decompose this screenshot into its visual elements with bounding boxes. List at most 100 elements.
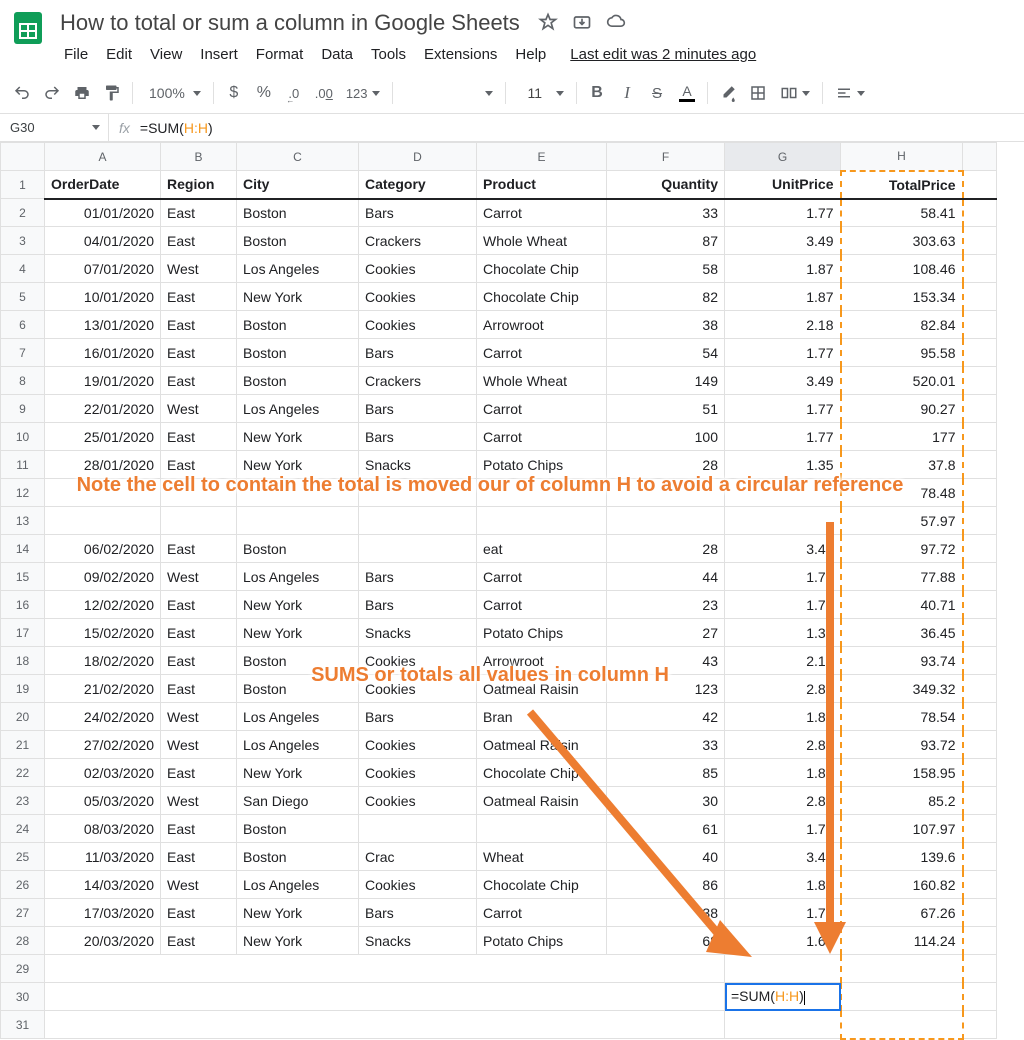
cell[interactable]: 44 bbox=[607, 563, 725, 591]
cell[interactable]: East bbox=[161, 423, 237, 451]
cell[interactable]: 38 bbox=[607, 899, 725, 927]
cell[interactable]: Boston bbox=[237, 227, 359, 255]
cell[interactable] bbox=[607, 507, 725, 535]
cell[interactable] bbox=[963, 311, 997, 339]
cell[interactable]: Crac bbox=[359, 843, 477, 871]
cell[interactable] bbox=[161, 507, 237, 535]
cell[interactable]: Bars bbox=[359, 563, 477, 591]
menu-extensions[interactable]: Extensions bbox=[416, 42, 505, 67]
cell[interactable]: New York bbox=[237, 591, 359, 619]
cell[interactable]: Bars bbox=[359, 899, 477, 927]
zoom-dropdown[interactable]: 100% bbox=[139, 79, 207, 107]
cell[interactable]: 90.27 bbox=[841, 395, 963, 423]
cell[interactable]: Crackers bbox=[359, 227, 477, 255]
cell[interactable]: New York bbox=[237, 451, 359, 479]
cell[interactable]: Product bbox=[477, 171, 607, 199]
col-header-H[interactable]: H bbox=[841, 143, 963, 171]
cell[interactable]: 2.84 bbox=[725, 731, 841, 759]
cell[interactable]: Cookies bbox=[359, 675, 477, 703]
cell[interactable] bbox=[963, 927, 997, 955]
cell[interactable]: 67.26 bbox=[841, 899, 963, 927]
cell[interactable] bbox=[963, 843, 997, 871]
cell[interactable]: Carrot bbox=[477, 199, 607, 227]
cell[interactable]: 36.45 bbox=[841, 619, 963, 647]
cell[interactable]: 1.87 bbox=[725, 703, 841, 731]
cell[interactable] bbox=[725, 1011, 841, 1039]
cell[interactable]: 2.18 bbox=[725, 647, 841, 675]
cell[interactable]: West bbox=[161, 395, 237, 423]
cell[interactable]: Bars bbox=[359, 395, 477, 423]
cell[interactable]: 61 bbox=[607, 815, 725, 843]
cell[interactable]: Boston bbox=[237, 367, 359, 395]
cell[interactable] bbox=[45, 955, 725, 983]
cell[interactable]: 3.49 bbox=[725, 535, 841, 563]
cell[interactable]: 1.77 bbox=[725, 423, 841, 451]
cell[interactable]: 108.46 bbox=[841, 255, 963, 283]
cell[interactable]: 123 bbox=[607, 675, 725, 703]
row-header[interactable]: 28 bbox=[1, 927, 45, 955]
cell[interactable]: 87 bbox=[607, 227, 725, 255]
row-header[interactable]: 24 bbox=[1, 815, 45, 843]
col-header-blank[interactable] bbox=[963, 143, 997, 171]
percent-button[interactable]: % bbox=[250, 79, 278, 107]
cell[interactable] bbox=[477, 507, 607, 535]
cell[interactable]: East bbox=[161, 759, 237, 787]
cell[interactable]: New York bbox=[237, 927, 359, 955]
col-header-B[interactable]: B bbox=[161, 143, 237, 171]
cell[interactable]: 100 bbox=[607, 423, 725, 451]
cell[interactable]: 01/01/2020 bbox=[45, 199, 161, 227]
cell[interactable]: Oatmeal Raisin bbox=[477, 787, 607, 815]
row-header[interactable]: 22 bbox=[1, 759, 45, 787]
cell[interactable]: Whole Wheat bbox=[477, 367, 607, 395]
cell[interactable]: East bbox=[161, 311, 237, 339]
row-header[interactable]: 8 bbox=[1, 367, 45, 395]
cell[interactable] bbox=[963, 815, 997, 843]
number-format-dropdown[interactable]: 123 bbox=[340, 79, 386, 107]
cell[interactable]: 33 bbox=[607, 199, 725, 227]
cell[interactable]: East bbox=[161, 199, 237, 227]
cell[interactable]: 02/03/2020 bbox=[45, 759, 161, 787]
cell[interactable]: 82.84 bbox=[841, 311, 963, 339]
cell[interactable]: 58 bbox=[607, 255, 725, 283]
cell[interactable] bbox=[45, 983, 725, 1011]
borders-button[interactable] bbox=[744, 79, 772, 107]
col-header-E[interactable]: E bbox=[477, 143, 607, 171]
cell[interactable]: Boston bbox=[237, 535, 359, 563]
cell[interactable]: 177 bbox=[841, 423, 963, 451]
cell[interactable] bbox=[161, 479, 237, 507]
cell[interactable]: 107.97 bbox=[841, 815, 963, 843]
cell[interactable]: East bbox=[161, 619, 237, 647]
cell[interactable]: 97.72 bbox=[841, 535, 963, 563]
cell[interactable]: Arrowroot bbox=[477, 647, 607, 675]
row-header[interactable]: 30 bbox=[1, 983, 45, 1011]
cell[interactable]: eat bbox=[477, 535, 607, 563]
name-box[interactable]: G30 bbox=[0, 114, 108, 141]
cell[interactable]: East bbox=[161, 927, 237, 955]
redo-icon[interactable] bbox=[38, 79, 66, 107]
cell[interactable]: Bars bbox=[359, 591, 477, 619]
cell[interactable]: Los Angeles bbox=[237, 395, 359, 423]
cell[interactable] bbox=[963, 759, 997, 787]
cell[interactable]: Arrowroot bbox=[477, 311, 607, 339]
cell[interactable]: 1.87 bbox=[725, 871, 841, 899]
cell[interactable] bbox=[477, 815, 607, 843]
cell[interactable]: 33 bbox=[607, 731, 725, 759]
cell[interactable]: East bbox=[161, 647, 237, 675]
cell[interactable]: West bbox=[161, 787, 237, 815]
cell[interactable]: Carrot bbox=[477, 395, 607, 423]
cell[interactable] bbox=[963, 703, 997, 731]
text-color-button[interactable]: A bbox=[673, 79, 701, 107]
cell[interactable] bbox=[237, 507, 359, 535]
cell[interactable]: 13/01/2020 bbox=[45, 311, 161, 339]
cell[interactable]: 78.48 bbox=[841, 479, 963, 507]
cell[interactable]: 10/01/2020 bbox=[45, 283, 161, 311]
cell[interactable] bbox=[963, 619, 997, 647]
cell[interactable]: Boston bbox=[237, 815, 359, 843]
cell[interactable]: East bbox=[161, 227, 237, 255]
font-dropdown[interactable] bbox=[399, 79, 499, 107]
cell[interactable]: 51 bbox=[607, 395, 725, 423]
cell[interactable]: 18/02/2020 bbox=[45, 647, 161, 675]
cell[interactable]: 1.68 bbox=[725, 927, 841, 955]
cell[interactable]: Oatmeal Raisin bbox=[477, 675, 607, 703]
active-cell-G30[interactable]: =SUM(H:H) bbox=[725, 983, 841, 1011]
